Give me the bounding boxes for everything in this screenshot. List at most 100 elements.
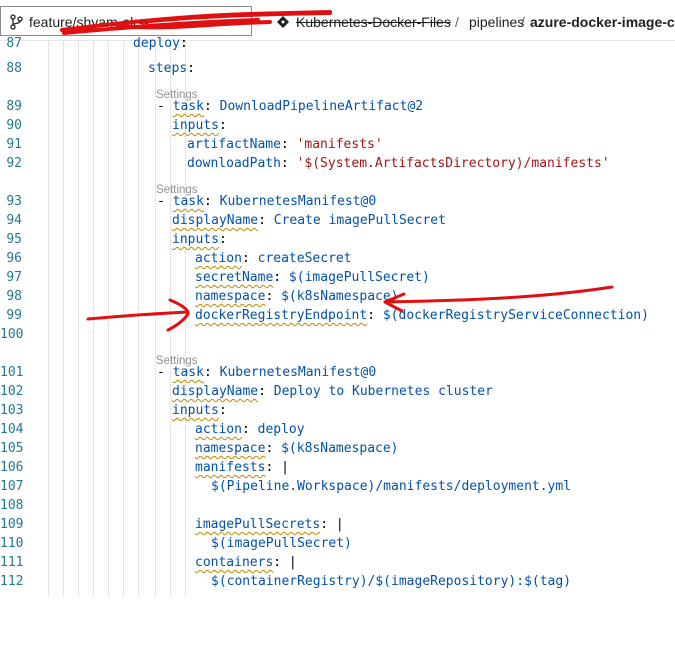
line-number: 102 xyxy=(0,384,24,399)
yaml-key: manifests xyxy=(195,460,266,475)
code-line[interactable]: 94 displayName: Create imagePullSecret xyxy=(0,211,675,230)
code-line[interactable]: 112 $(containerRegistry)/$(imageRepositor… xyxy=(0,572,675,591)
code-text: namespace: $(k8sNamespace) xyxy=(195,287,399,306)
yaml-key: artifactName xyxy=(187,137,281,152)
line-number: 112 xyxy=(0,574,24,589)
yaml-key: secretName xyxy=(195,270,274,285)
code-line[interactable]: 97 secretName: $(imagePullSecret) xyxy=(0,268,675,287)
code-line[interactable]: 91 artifactName: 'manifests' xyxy=(0,135,675,154)
yaml-key: inputs xyxy=(172,403,219,418)
code-line[interactable]: 89 - task: DownloadPipelineArtifact@2 xyxy=(0,97,675,116)
line-number: 109 xyxy=(0,517,24,532)
yaml-value: $(imagePullSecret) xyxy=(281,270,430,285)
code-text: action: createSecret xyxy=(195,249,352,268)
yaml-key: steps xyxy=(148,61,188,76)
code-text: dockerRegistryEndpoint: $(dockerRegistry… xyxy=(195,306,649,325)
yaml-value: | xyxy=(273,460,289,475)
list-dash: - xyxy=(157,99,173,114)
code-line[interactable]: 109 imagePullSecrets: | xyxy=(0,515,675,534)
code-text: containers: | xyxy=(195,553,297,572)
code-line[interactable]: 92 downloadPath: '$(System.ArtifactsDirec… xyxy=(0,154,675,173)
code-line[interactable]: 96 action: createSecret xyxy=(0,249,675,268)
code-line[interactable]: 103 inputs: xyxy=(0,401,675,420)
branch-name: feature/shyam-aks-... xyxy=(29,14,161,30)
code-line[interactable]: 111 containers: | xyxy=(0,553,675,572)
yaml-value: $(dockerRegistryServiceConnection) xyxy=(375,308,649,323)
line-number: 103 xyxy=(0,403,24,418)
line-number: 88 xyxy=(6,61,22,76)
yaml-colon: : xyxy=(179,36,188,51)
line-number: 93 xyxy=(6,194,22,209)
yaml-key: task xyxy=(172,99,204,114)
code-line[interactable]: 93 - task: KubernetesManifest@0 xyxy=(0,192,675,211)
code-line[interactable]: 100 xyxy=(0,325,675,344)
yaml-key: displayName xyxy=(172,213,259,228)
code-line[interactable]: 87 deploy: xyxy=(0,34,675,53)
code-line[interactable]: 95 inputs: xyxy=(0,230,675,249)
yaml-colon: : xyxy=(218,118,227,133)
yaml-colon: : xyxy=(280,137,289,152)
line-number: 98 xyxy=(6,289,22,304)
yaml-colon: : xyxy=(367,308,376,323)
line-number: 91 xyxy=(6,137,22,152)
code-line[interactable]: 104 action: deploy xyxy=(0,420,675,439)
yaml-key: displayName xyxy=(172,384,259,399)
yaml-key: action xyxy=(195,251,242,266)
line-number: 106 xyxy=(0,460,24,475)
yaml-colon: : xyxy=(218,232,227,247)
repo-link[interactable]: Kubernetes-Docker-Files xyxy=(296,14,451,30)
yaml-value: createSecret xyxy=(249,251,352,266)
yaml-value: | xyxy=(281,555,297,570)
yaml-value: deploy xyxy=(249,422,305,437)
yaml-value: DownloadPipelineArtifact@2 xyxy=(211,99,424,114)
yaml-key: downloadPath xyxy=(187,156,281,171)
yaml-value: '$(System.ArtifactsDirectory)/manifests' xyxy=(288,156,610,171)
line-number: 104 xyxy=(0,422,24,437)
yaml-key: imagePullSecrets xyxy=(195,517,321,532)
yaml-key: task xyxy=(172,365,204,380)
line-number: 95 xyxy=(6,232,22,247)
code-line[interactable]: 102 displayName: Deploy to Kubernetes clu… xyxy=(0,382,675,401)
path-folder-link[interactable]: pipelines xyxy=(469,14,524,30)
code-text: namespace: $(k8sNamespace) xyxy=(195,439,399,458)
line-number: 94 xyxy=(6,213,22,228)
yaml-colon: : xyxy=(203,194,212,209)
code-text: artifactName: 'manifests' xyxy=(187,135,383,154)
list-dash: - xyxy=(157,365,173,380)
line-number: 89 xyxy=(6,99,22,114)
branch-selector[interactable]: feature/shyam-aks-... xyxy=(0,6,252,36)
code-text: secretName: $(imagePullSecret) xyxy=(195,268,430,287)
code-line[interactable]: 105 namespace: $(k8sNamespace) xyxy=(0,439,675,458)
code-line[interactable]: 90 inputs: xyxy=(0,116,675,135)
yaml-value: Deploy to Kubernetes cluster xyxy=(265,384,493,399)
code-line[interactable]: 106 manifests: | xyxy=(0,458,675,477)
yaml-colon: : xyxy=(273,555,282,570)
yaml-value: $(k8sNamespace) xyxy=(273,289,399,304)
code-text: $(imagePullSecret) xyxy=(211,534,352,553)
yaml-key: inputs xyxy=(172,232,219,247)
line-number: 101 xyxy=(0,365,24,380)
list-dash: - xyxy=(157,194,173,209)
code-text: inputs: xyxy=(172,401,227,420)
code-editor[interactable]: Settings Settings Settings 87 deploy: 88 steps… xyxy=(0,36,675,600)
code-line[interactable]: 101 - task: KubernetesManifest@0 xyxy=(0,363,675,382)
code-line[interactable]: 108 xyxy=(0,496,675,515)
code-line[interactable]: 99 dockerRegistryEndpoint: $(dockerRegist… xyxy=(0,306,675,325)
yaml-colon: : xyxy=(241,251,250,266)
yaml-key: containers xyxy=(195,555,274,570)
yaml-key: action xyxy=(195,422,242,437)
yaml-value: $(imagePullSecret) xyxy=(211,536,352,551)
repository-icon xyxy=(277,16,289,28)
code-text: displayName: Create imagePullSecret xyxy=(172,211,446,230)
yaml-colon: : xyxy=(203,99,212,114)
code-line[interactable]: 98 namespace: $(k8sNamespace) xyxy=(0,287,675,306)
code-line[interactable]: 88 steps: xyxy=(0,59,675,78)
code-line[interactable]: 107 $(Pipeline.Workspace)/manifests/deplo… xyxy=(0,477,675,496)
yaml-value: Create imagePullSecret xyxy=(265,213,446,228)
code-text: - task: KubernetesManifest@0 xyxy=(157,363,376,382)
yaml-colon: : xyxy=(273,270,282,285)
code-text: manifests: | xyxy=(195,458,289,477)
code-line[interactable]: 110 $(imagePullSecret) xyxy=(0,534,675,553)
line-number: 90 xyxy=(6,118,22,133)
yaml-key: deploy xyxy=(133,36,180,51)
